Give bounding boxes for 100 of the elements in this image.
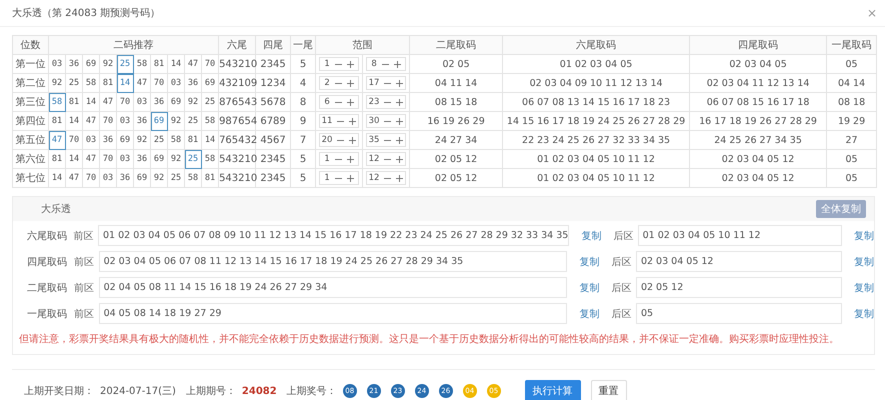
plus-icon[interactable] [396, 80, 404, 86]
code-field[interactable]: 02 03 04 05 12 [636, 251, 842, 272]
number-cell: 03 [168, 74, 184, 92]
number-cell: 70 [66, 130, 82, 150]
copy-link[interactable]: 复制 [581, 228, 602, 242]
plus-icon[interactable] [396, 98, 404, 106]
number-cell: 36 [134, 112, 150, 130]
code-field[interactable]: 01 02 03 04 05 10 11 12 [638, 225, 842, 246]
stepper-value[interactable]: 30 [368, 116, 380, 126]
number-cell: 81 [48, 112, 66, 130]
code-field[interactable]: 05 [636, 303, 842, 324]
copy-link[interactable]: 复制 [854, 228, 874, 242]
row-label: 一尾取码 [27, 308, 68, 320]
number-cell: 58 [168, 130, 184, 150]
plus-icon[interactable] [346, 80, 354, 86]
table-cell: 02 05 12 [410, 168, 503, 188]
code-field[interactable]: 02 05 12 [636, 277, 842, 298]
range-stepper[interactable]: 12 [366, 152, 406, 166]
copy-link[interactable]: 复制 [854, 306, 874, 320]
range-stepper[interactable]: 11 [319, 114, 360, 128]
number-cell: 03 [134, 92, 150, 112]
code-field[interactable]: 01 02 03 04 05 06 07 08 09 10 11 12 13 14 15 16 17 18 19 22 23 24 25 26 27 28 29 32 33 34 35 [98, 225, 570, 246]
table-cell: 01 02 03 04 05 10 11 12 [502, 150, 690, 168]
range-stepper[interactable]: 20 [319, 133, 360, 147]
number-cell: 58 [82, 74, 100, 92]
plus-icon[interactable] [396, 118, 404, 124]
plus-icon[interactable] [346, 98, 354, 106]
column-header: 四尾取码 [690, 36, 827, 54]
stepper-value[interactable]: 11 [322, 116, 332, 126]
stepper-value[interactable]: 2 [324, 78, 330, 88]
stepper-value[interactable]: 20 [322, 135, 332, 145]
copy-link[interactable]: 复制 [579, 254, 600, 268]
number-cell: 70 [100, 112, 116, 130]
plus-icon[interactable] [349, 136, 356, 144]
table-cell: 06 07 08 13 14 15 16 17 18 23 [502, 92, 690, 112]
range-stepper[interactable]: 12 [366, 171, 406, 185]
number-cell: 69 [82, 54, 100, 74]
copy-link[interactable]: 复制 [579, 306, 600, 320]
number-cell: 14 [66, 150, 82, 168]
plus-icon[interactable] [396, 136, 404, 144]
zone-label: 前区 [74, 282, 96, 294]
column-header: 六尾取码 [502, 36, 690, 54]
range-stepper[interactable]: 23 [366, 95, 406, 109]
stepper-value[interactable]: 23 [368, 97, 380, 107]
column-header: 范围 [316, 36, 410, 54]
table-cell: 5 [290, 54, 316, 74]
range-stepper[interactable]: 6 [319, 95, 360, 109]
stepper-value[interactable]: 1 [324, 173, 330, 183]
stepper-value[interactable]: 1 [324, 59, 330, 69]
number-cell: 92 [184, 92, 202, 112]
number-cell: 47 [82, 150, 100, 168]
number-cell: 25 [150, 130, 168, 150]
number-cell: 14 [66, 112, 82, 130]
plus-icon[interactable] [396, 156, 404, 162]
table-cell: 05 [826, 54, 877, 74]
number-cell: 47 [100, 92, 116, 112]
code-field[interactable]: 04 05 08 14 18 19 27 29 [98, 303, 568, 324]
number-cell: 81 [66, 92, 82, 112]
plus-icon[interactable] [346, 156, 354, 162]
table-cell: 05 [826, 150, 877, 168]
number-cell: 36 [116, 168, 134, 188]
number-cell: 03 [116, 112, 134, 130]
row-label: 第六位 [12, 150, 48, 168]
table-cell: 01 02 03 04 05 10 11 12 [502, 168, 690, 188]
reset-button[interactable]: 重置 [590, 380, 627, 400]
number-cell: 14 [116, 74, 134, 92]
table-cell: 19 29 [826, 112, 877, 130]
plus-icon[interactable] [349, 118, 356, 124]
range-stepper[interactable]: 8 [366, 57, 406, 71]
copy-link[interactable]: 复制 [579, 280, 600, 294]
number-cell: 69 [168, 92, 184, 112]
table-cell: 22 23 24 25 26 27 32 33 34 35 [502, 130, 690, 150]
range-stepper[interactable]: 1 [319, 57, 360, 71]
range-stepper[interactable]: 17 [366, 76, 406, 90]
plus-icon[interactable] [396, 174, 404, 182]
plus-icon[interactable] [394, 60, 401, 68]
number-cell: 25 [116, 54, 134, 74]
number-cell: 14 [82, 92, 100, 112]
stepper-value[interactable]: 8 [371, 59, 377, 69]
plus-icon[interactable] [346, 174, 354, 182]
copy-link[interactable]: 复制 [854, 280, 874, 294]
stepper-value[interactable]: 35 [368, 135, 380, 145]
calculate-button[interactable]: 执行计算 [524, 380, 581, 400]
plus-icon[interactable] [346, 60, 354, 68]
range-stepper[interactable]: 1 [319, 171, 360, 185]
range-stepper[interactable]: 35 [366, 133, 406, 147]
stepper-value[interactable]: 12 [368, 173, 380, 183]
range-stepper[interactable]: 2 [319, 76, 360, 90]
number-cell: 58 [48, 92, 66, 112]
range-stepper[interactable]: 30 [366, 114, 406, 128]
stepper-value[interactable]: 12 [368, 154, 380, 164]
table-cell: 5 [290, 168, 316, 188]
stepper-value[interactable]: 6 [324, 97, 330, 107]
table-cell: 5678 [256, 92, 291, 112]
stepper-value[interactable]: 1 [324, 154, 330, 164]
range-stepper[interactable]: 1 [319, 152, 360, 166]
code-field[interactable]: 02 03 04 05 06 07 08 11 12 13 14 15 16 17 18 19 24 25 26 27 28 29 34 35 [98, 251, 568, 272]
stepper-value[interactable]: 17 [368, 78, 380, 88]
code-field[interactable]: 02 04 05 08 11 14 15 16 18 19 24 26 27 29 34 [98, 277, 568, 298]
copy-link[interactable]: 复制 [854, 254, 874, 268]
